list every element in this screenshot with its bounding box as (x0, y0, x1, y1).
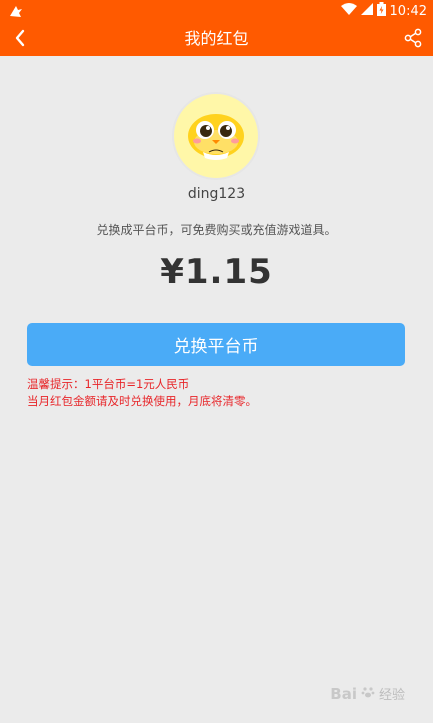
battery-icon (376, 2, 386, 20)
share-button[interactable] (403, 28, 423, 48)
watermark-paw-icon (361, 685, 375, 703)
nav-bar: 我的红包 (0, 22, 433, 56)
username: ding123 (187, 186, 246, 202)
share-icon (404, 28, 422, 48)
status-icons: 10:42 (340, 2, 427, 20)
exchange-button[interactable]: 兑换平台币 (27, 323, 405, 366)
cartoon-chick-avatar (188, 114, 244, 160)
tip-line-1: 温馨提示：1平台币=1元人民币 (27, 377, 190, 391)
avatar (172, 92, 260, 180)
tip-line-2: 当月红包金额请及时兑换使用，月底将清零。 (27, 394, 257, 408)
exchange-description: 兑换成平台币，可免费购买或充值游戏道具。 (96, 223, 337, 237)
balance-amount: ¥1.15 (160, 252, 273, 292)
watermark-text: 经验 (378, 688, 405, 703)
signal-icon (360, 3, 373, 19)
watermark: Bai 经验 (330, 684, 405, 704)
wifi-icon (340, 2, 357, 20)
status-time: 10:42 (389, 3, 427, 19)
app-header: 10:42 我的红包 (0, 0, 433, 56)
page-title: 我的红包 (184, 29, 249, 48)
bird-notification-icon (8, 3, 24, 19)
watermark-logo: Bai (330, 684, 357, 703)
status-bar: 10:42 (0, 0, 433, 22)
